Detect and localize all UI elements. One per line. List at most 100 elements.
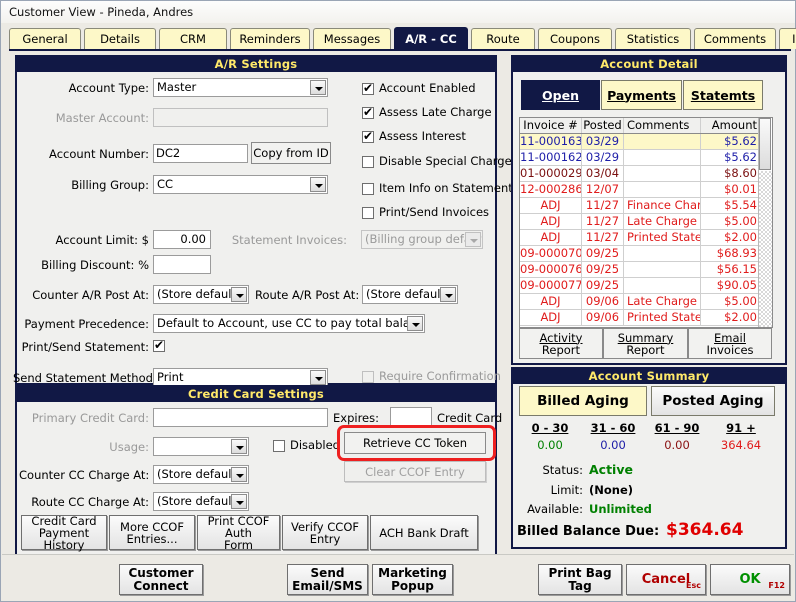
- chevron-down-icon[interactable]: [310, 80, 326, 95]
- ok-button[interactable]: OK F12: [710, 564, 790, 595]
- tab-general[interactable]: General: [9, 28, 81, 49]
- checkbox-label: Disable Special Charge: [379, 154, 512, 168]
- table-row[interactable]: 11-000163 03/29 $5.62: [520, 134, 772, 150]
- account-type-select[interactable]: Master: [153, 78, 328, 97]
- table-row[interactable]: 12-000286 12/07 $0.01: [520, 182, 772, 198]
- table-row[interactable]: 01-000029 03/04 $8.60: [520, 166, 772, 182]
- cc-disabled-checkbox[interactable]: [273, 440, 285, 452]
- marketing-popup-button[interactable]: Marketing Popup: [372, 564, 453, 595]
- checkbox-assess-interest[interactable]: [362, 129, 374, 143]
- invoice-grid-scrollbar[interactable]: [758, 118, 772, 327]
- statement-invoices-select[interactable]: (Billing group default): [361, 230, 483, 249]
- ccof-button-verify-ccof-entry[interactable]: Verify CCOF Entry: [282, 515, 368, 550]
- retrieve-cc-token-button[interactable]: Retrieve CC Token: [344, 432, 486, 454]
- table-row[interactable]: 09-000070 09/25 $68.93: [520, 246, 772, 262]
- counter-ar-post-select[interactable]: (Store default): [153, 285, 249, 304]
- cell-invoice: ADJ: [520, 214, 582, 229]
- tab-details[interactable]: Details: [84, 28, 156, 49]
- usage-select[interactable]: [153, 437, 249, 456]
- checkbox-account-enabled[interactable]: [362, 81, 374, 95]
- account-number-field[interactable]: DC2: [153, 144, 248, 163]
- cancel-button[interactable]: Cancel Esc: [626, 564, 706, 595]
- ccof-button-credit-card-payment-history[interactable]: Credit Card Payment History: [21, 515, 107, 551]
- chevron-down-icon[interactable]: [231, 494, 247, 509]
- checkbox-disable-special-charge[interactable]: [362, 156, 374, 168]
- cell-amount: $5.00: [724, 214, 757, 228]
- tab-route[interactable]: Route: [471, 28, 535, 49]
- tab-coupons[interactable]: Coupons: [538, 28, 612, 49]
- summary-tab-posted-aging[interactable]: Posted Aging: [651, 386, 775, 416]
- detail-button-activity-report[interactable]: Activity Report: [519, 328, 603, 359]
- table-row[interactable]: ADJ09/06Printed Statemt $2.00: [520, 310, 772, 326]
- cell-posted: 09/25: [582, 278, 624, 293]
- chevron-down-icon[interactable]: [407, 316, 423, 331]
- tab-crm[interactable]: CRM: [159, 28, 227, 49]
- billing-discount-field[interactable]: [153, 255, 211, 274]
- route-ar-post-select[interactable]: (Store default): [362, 285, 458, 304]
- subtab-open[interactable]: Open: [521, 80, 600, 110]
- copy-from-id-button[interactable]: Copy from ID: [251, 142, 331, 164]
- checkbox-item-info-on-statement[interactable]: [362, 183, 374, 195]
- invoice-grid-body[interactable]: 11-000163 03/29 $5.62 11-000162 03/29 $5.62 01…: [520, 134, 772, 326]
- table-row[interactable]: 09-000076 09/25 $56.15: [520, 262, 772, 278]
- subtab-statemts[interactable]: Statemts: [683, 80, 763, 110]
- cell-posted: 09/06: [582, 294, 624, 309]
- cell-comments: Printed Statemt: [624, 230, 701, 245]
- ccof-button-print-ccof-auth-form[interactable]: Print CCOF Auth Form: [197, 515, 280, 551]
- scrollbar-track[interactable]: [759, 171, 772, 327]
- route-cc-charge-select[interactable]: (Store default): [153, 492, 249, 511]
- counter-cc-charge-select[interactable]: (Store default): [153, 465, 249, 484]
- print-send-statement-checkbox[interactable]: [153, 338, 165, 352]
- expires-field[interactable]: [390, 407, 432, 426]
- tab-messages[interactable]: Messages: [313, 28, 391, 49]
- subtab-payments[interactable]: Payments: [601, 80, 682, 110]
- detail-button-email-invoices[interactable]: Email Invoices: [688, 328, 772, 359]
- account-limit-field[interactable]: 0.00: [153, 230, 211, 249]
- tab-reminders[interactable]: Reminders: [230, 28, 310, 49]
- cell-invoice: ADJ: [520, 198, 582, 213]
- table-row[interactable]: 09-000077 09/25 $90.05: [520, 278, 772, 294]
- ccof-button-more-ccof-entries[interactable]: More CCOF Entries...: [109, 515, 195, 550]
- cell-amount: $5.62: [724, 134, 757, 148]
- tab-statistics[interactable]: Statistics: [615, 28, 691, 49]
- require-confirmation-checkbox[interactable]: [362, 371, 374, 383]
- send-email-sms-button[interactable]: Send Email/SMS: [287, 564, 368, 595]
- chevron-down-icon[interactable]: [440, 287, 456, 302]
- chevron-down-icon[interactable]: [231, 439, 247, 454]
- main-tab-strip[interactable]: General Details CRM Reminders Messages A/R - …: [9, 27, 796, 50]
- payment-precedence-select[interactable]: Default to Account, use CC to pay total …: [153, 314, 425, 333]
- cell-invoice: 09-000076: [520, 262, 582, 277]
- table-row[interactable]: ADJ 11/27 Late Charge $5.00: [520, 214, 772, 230]
- tab-a-r-cc[interactable]: A/R - CC: [394, 27, 468, 49]
- print-bag-tag-button[interactable]: Print Bag Tag: [538, 564, 622, 595]
- checkbox-assess-late-charge[interactable]: [362, 105, 374, 119]
- aging-header-0: 0 - 30: [531, 421, 569, 435]
- table-row[interactable]: ADJ11/27Printed Statemt $2.00: [520, 230, 772, 246]
- table-row[interactable]: ADJ 09/06 Late Charge $5.00: [520, 294, 772, 310]
- master-account-field[interactable]: [153, 108, 328, 127]
- chevron-down-icon[interactable]: [310, 177, 326, 192]
- chevron-down-icon[interactable]: [231, 467, 247, 482]
- chevron-down-icon[interactable]: [310, 370, 326, 385]
- scrollbar-thumb[interactable]: [759, 118, 771, 170]
- cell-invoice: 11-000163: [520, 134, 582, 149]
- table-row[interactable]: 11-000162 03/29 $5.62: [520, 150, 772, 166]
- table-row[interactable]: ADJ11/27Finance Charge $5.54: [520, 198, 772, 214]
- chevron-down-icon[interactable]: [231, 287, 247, 302]
- tab-issues[interactable]: Issues: [779, 28, 796, 49]
- detail-button-summary-report[interactable]: Summary Report: [603, 328, 688, 359]
- tab-comments[interactable]: Comments: [694, 28, 776, 49]
- summary-tab-billed-aging[interactable]: Billed Aging: [519, 386, 647, 416]
- cancel-label: Cancel: [641, 572, 691, 587]
- customer-connect-button[interactable]: Customer Connect: [119, 564, 203, 595]
- invoice-grid[interactable]: Invoice # Posted Comments Amount 11-000163 0…: [519, 117, 773, 328]
- billing-group-select[interactable]: CC: [153, 175, 328, 194]
- counter-ar-post-label: Counter A/R Post At:: [32, 288, 149, 302]
- chevron-down-icon[interactable]: [465, 232, 481, 247]
- checkbox-print-send-invoices[interactable]: [362, 207, 374, 219]
- clear-ccof-entry-button[interactable]: Clear CCOF Entry: [344, 461, 486, 482]
- ccof-button-ach-bank-draft[interactable]: ACH Bank Draft: [370, 515, 478, 550]
- checkbox-label: Print/Send Invoices: [379, 205, 490, 219]
- primary-credit-card-field[interactable]: [153, 408, 328, 427]
- require-confirmation-label: Require Confirmation: [379, 369, 501, 383]
